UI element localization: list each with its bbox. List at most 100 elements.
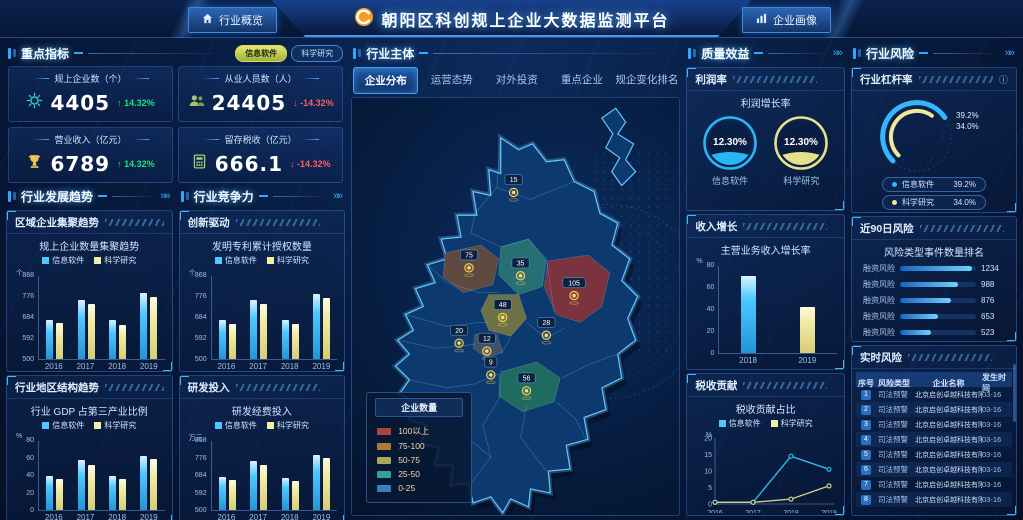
bar [292, 481, 299, 510]
bar [109, 476, 116, 510]
map-legend: 企业数量 100以上75-10050-7525-500-25 [366, 392, 472, 503]
bar [109, 320, 116, 359]
tab-0[interactable]: 企业分布 [353, 67, 418, 94]
legend-item: 50-75 [375, 453, 463, 467]
panel-profit-rate: 利润率 利润增长率12.30%信息软件12.30%科学研究 [686, 67, 845, 211]
decor-dash [754, 52, 763, 54]
bar [313, 455, 320, 510]
svg-text:9: 9 [489, 360, 493, 367]
bar [313, 294, 320, 359]
section-quality: 质量效益 »» [686, 42, 845, 64]
table-row[interactable]: 7司法预警北京启创卓越科技有限公司03-16 [856, 477, 1012, 492]
legend-pill: 科学研究34.0% [882, 195, 986, 210]
panel-title: 近90日风险 [860, 221, 914, 236]
risk-rank-row: 融资风险653 [854, 308, 1014, 324]
bar [741, 276, 756, 353]
kpi-value: 4405 [50, 91, 110, 115]
tab-4[interactable]: 规企变化排名 [615, 67, 678, 94]
info-icon[interactable]: ⓘ [999, 73, 1008, 86]
bar-chart-icon [756, 13, 767, 27]
more-arrows-icon[interactable]: »» [333, 190, 343, 202]
decor-line [273, 196, 328, 197]
legend-item: 25-50 [375, 467, 463, 481]
svg-text:15: 15 [510, 177, 518, 184]
table-row[interactable]: 2司法预警北京启创卓越科技有限公司03-16 [856, 402, 1012, 417]
tax-icon [191, 153, 208, 175]
bar [150, 459, 157, 510]
chart-rd-expense: 研发经费投入信息软件科学研究万元500592684776868201620172… [180, 399, 345, 520]
chart-title: 利润增长率 [694, 92, 837, 111]
filter-tag[interactable]: 信息软件 [235, 45, 287, 62]
svg-text:5: 5 [708, 485, 712, 492]
svg-text:10: 10 [704, 469, 712, 476]
bar [78, 460, 85, 510]
table-row[interactable]: 5司法预警北京启创卓越科技有限公司03-16 [856, 447, 1012, 462]
svg-text:15: 15 [704, 452, 712, 459]
bar [150, 297, 157, 359]
kpi-delta: ↓ -14.32% [293, 98, 334, 108]
section-title: 行业竞争力 [194, 188, 254, 205]
kpi-value: 666.1 [215, 152, 283, 176]
table-row[interactable]: 1司法预警北京启创卓越科技有限公司03-16 [856, 387, 1012, 402]
panel-risk-90days: 近90日风险 风险类型事件数量排名融资风险1234融资风险988融资风险876融… [851, 216, 1017, 342]
more-arrows-icon[interactable]: »» [833, 47, 843, 59]
kpi-label: 营业收入（亿元） [15, 133, 166, 146]
profit-gauge: 12.30%科学研究 [772, 114, 830, 187]
svg-text:12.30%: 12.30% [713, 137, 747, 148]
chart-title: 规上企业数量集聚趋势 [14, 235, 165, 254]
table-row[interactable]: 6司法预警北京启创卓越科技有限公司03-16 [856, 462, 1012, 477]
decor-dash [259, 195, 268, 197]
decor-line [88, 53, 230, 54]
main-content: 重点指标 信息软件科学研究 规上企业数（个）4405↑ 14.32%从业人员数（… [6, 42, 1017, 516]
tab-3[interactable]: 重点企业 [550, 67, 613, 94]
leverage-arc: 39.2%34.0% [859, 92, 1009, 176]
bar [282, 478, 289, 510]
chart-enterprise-agglomeration: 规上企业数量集聚趋势信息软件科学研究个500592684776868201620… [7, 234, 172, 371]
filter-tag[interactable]: 科学研究 [291, 45, 343, 62]
nav-industry-overview[interactable]: 行业概览 [188, 7, 277, 33]
more-arrows-icon[interactable]: »» [160, 190, 170, 202]
line-chart: %051015202016201720182019 [695, 431, 837, 513]
table-scrollbar[interactable] [1013, 364, 1016, 422]
slashes-decor [105, 219, 164, 226]
svg-text:0: 0 [708, 502, 712, 509]
bar [119, 325, 126, 359]
panel-region-agglomeration: 区域企业集聚趋势 规上企业数量集聚趋势信息软件科学研究个500592684776… [6, 210, 173, 372]
svg-text:75: 75 [465, 253, 473, 260]
bar [250, 461, 257, 510]
svg-text:34.0%: 34.0% [956, 122, 979, 131]
section-title: 重点指标 [21, 45, 69, 62]
kpi-value: 24405 [212, 91, 287, 115]
slashes-decor [236, 219, 320, 226]
decor-line [433, 53, 678, 54]
panel-innovation: 创新驱动 发明专利累计授权数量信息软件科学研究个5005926847768682… [179, 210, 346, 372]
chart-legend: 信息软件科学研究 [694, 417, 837, 431]
more-arrows-icon[interactable]: »» [1005, 47, 1015, 59]
chart-title: 发明专利累计授权数量 [187, 235, 338, 254]
section-bars-icon [853, 48, 861, 59]
tab-1[interactable]: 运营态势 [420, 67, 483, 94]
table-row[interactable]: 8司法预警北京启创卓越科技有限公司03-16 [856, 492, 1012, 507]
decor-dash [98, 195, 107, 197]
chart-legend: 信息软件科学研究 [187, 254, 338, 268]
bar [78, 300, 85, 359]
svg-text:105: 105 [568, 280, 580, 287]
table-row[interactable]: 3司法预警北京启创卓越科技有限公司03-16 [856, 417, 1012, 432]
svg-text:35: 35 [517, 261, 525, 268]
section-title: 行业风险 [866, 45, 914, 62]
table-row[interactable]: 4司法预警北京启创卓越科技有限公司03-16 [856, 432, 1012, 447]
panel-realtime-risk: 实时风险 序号风险类型企业名称发生时间1司法预警北京启创卓越科技有限公司03-1… [851, 345, 1017, 516]
panel-title: 收入增长 [695, 219, 737, 234]
left-column: 重点指标 信息软件科学研究 规上企业数（个）4405↑ 14.32%从业人员数（… [6, 42, 345, 516]
panel-title: 税收贡献 [695, 378, 737, 393]
chart-patents: 发明专利累计授权数量信息软件科学研究个500592684776868201620… [180, 234, 345, 371]
risk-rank-row: 融资风险988 [854, 276, 1014, 292]
svg-text:48: 48 [499, 302, 507, 309]
kpi-card: 从业人员数（人）24405↓ -14.32% [178, 66, 343, 122]
dashboard: 行业概览 朝阳区科创规上企业大数据监测平台 企业画像 重点指标 [0, 0, 1023, 520]
top-bar: 行业概览 朝阳区科创规上企业大数据监测平台 企业画像 [0, 0, 1023, 38]
bar [260, 465, 267, 510]
tab-2[interactable]: 对外投资 [485, 67, 548, 94]
panel-title: 实时风险 [860, 350, 902, 365]
nav-enterprise-profile[interactable]: 企业画像 [742, 7, 831, 33]
